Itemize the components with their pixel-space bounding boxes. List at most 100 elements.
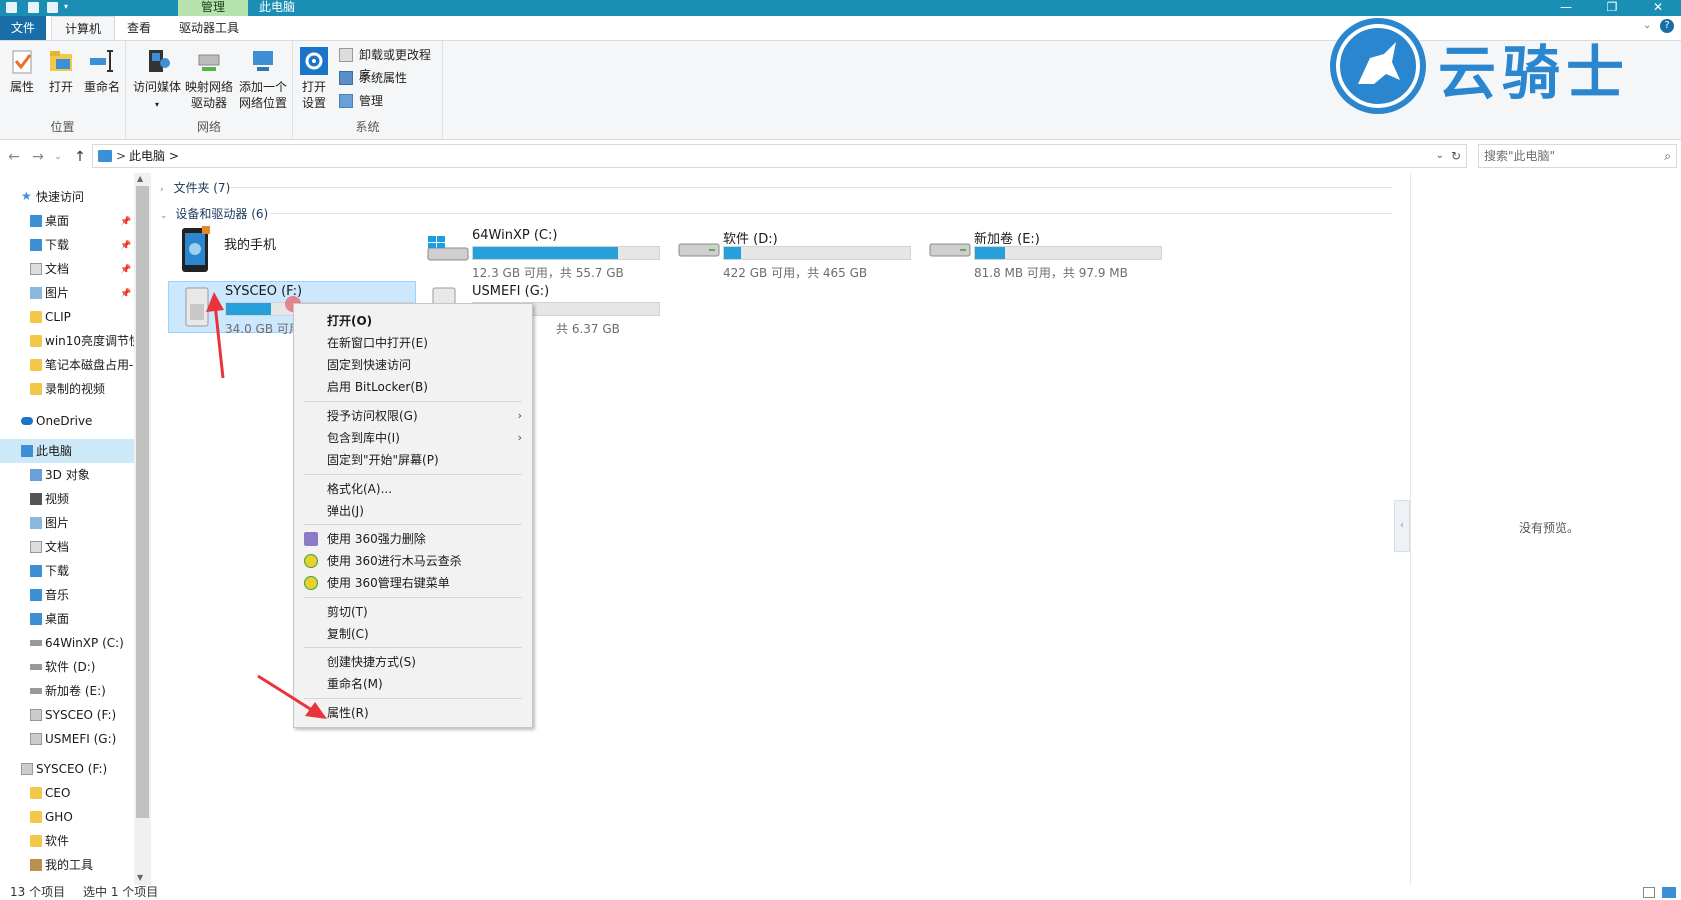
- phone-device[interactable]: 我的手机: [180, 226, 380, 276]
- tab-computer[interactable]: 计算机: [51, 16, 115, 40]
- drive-c[interactable]: 64WinXP (C:) 12.3 GB 可用，共 55.7 GB: [426, 228, 666, 280]
- pictures-icon: [30, 517, 42, 529]
- large-icons-view-icon[interactable]: [1662, 887, 1676, 898]
- new-folder-quick-icon[interactable]: [47, 2, 58, 13]
- section-divider: [270, 213, 1392, 214]
- tab-file[interactable]: 文件: [0, 16, 46, 40]
- tab-view[interactable]: 查看: [119, 16, 159, 40]
- scroll-down-icon[interactable]: ▼: [137, 873, 143, 882]
- rename-icon: [88, 47, 116, 75]
- system-properties-button[interactable]: 系统属性: [339, 68, 407, 88]
- ribbon-expand-icon[interactable]: ⌄: [1643, 20, 1651, 31]
- open-folder-icon: [47, 47, 75, 75]
- menu-360-manage[interactable]: 使用 360管理右键菜单: [294, 572, 532, 594]
- document-icon: [30, 541, 42, 553]
- minimize-button[interactable]: —: [1543, 0, 1589, 16]
- menu-cut[interactable]: 剪切(T): [294, 601, 532, 623]
- search-icon[interactable]: ⌕: [1664, 145, 1671, 167]
- open-button[interactable]: 打开: [44, 47, 78, 95]
- collapse-pane-chevron-icon[interactable]: ‹: [1394, 500, 1410, 552]
- section-divider: [230, 187, 1392, 188]
- phone-icon: [182, 226, 210, 272]
- menu-include-library[interactable]: 包含到库中(I) ›: [294, 427, 532, 449]
- refresh-icon[interactable]: ↻: [1451, 145, 1461, 167]
- menu-open[interactable]: 打开(O): [294, 310, 532, 332]
- devices-section-header[interactable]: ⌄ 设备和驱动器 (6): [160, 205, 1392, 222]
- menu-open-new-window[interactable]: 在新窗口中打开(E): [294, 332, 532, 354]
- selection-count: 选中 1 个项目: [83, 885, 159, 899]
- drive-free-space: 12.3 GB 可用，共 55.7 GB: [472, 266, 624, 280]
- tab-drive-tools[interactable]: 驱动器工具: [168, 16, 250, 40]
- properties-label: 属性: [9, 80, 34, 94]
- search-box[interactable]: 搜索"此电脑" ⌕: [1478, 144, 1677, 168]
- drive-free-space: 422 GB 可用，共 465 GB: [723, 266, 868, 280]
- recent-locations-icon[interactable]: ⌄: [50, 149, 66, 165]
- menu-create-shortcut[interactable]: 创建快捷方式(S): [294, 651, 532, 673]
- menu-bitlocker[interactable]: 启用 BitLocker(B): [294, 376, 532, 398]
- this-pc-icon: [98, 150, 112, 162]
- menu-360-delete[interactable]: 使用 360强力删除: [294, 528, 532, 550]
- drive-usage-bar: [974, 246, 1162, 260]
- expand-chevron-icon: ›: [160, 185, 164, 195]
- ribbon-tab-bar: [0, 16, 1681, 40]
- uninstall-icon: [339, 48, 353, 62]
- status-bar: 13 个项目 选中 1 个项目: [0, 885, 1681, 900]
- details-view-icon[interactable]: [1643, 887, 1655, 898]
- nav-quick-disk[interactable]: 笔记本磁盘占用-: [30, 354, 134, 376]
- breadcrumb-this-pc[interactable]: 此电脑 >: [129, 145, 179, 167]
- collapse-chevron-icon: ⌄: [160, 211, 168, 221]
- menu-copy[interactable]: 复制(C): [294, 623, 532, 645]
- drive-icon: [30, 688, 42, 694]
- system-group: 打开 设置 卸载或更改程序 系统属性 管理 系统: [293, 41, 443, 139]
- close-button[interactable]: ✕: [1635, 0, 1681, 16]
- access-media-button[interactable]: 访问媒体 ▾: [132, 47, 182, 113]
- menu-360-scan[interactable]: 使用 360进行木马云查杀: [294, 550, 532, 572]
- forward-arrow-icon[interactable]: →: [30, 149, 46, 165]
- properties-icon: [8, 47, 36, 75]
- desktop-icon: [30, 215, 42, 227]
- folders-section-header[interactable]: › 文件夹 (7): [160, 179, 1392, 196]
- drive-usage-fill: [724, 247, 741, 259]
- knight-logo-icon: [1336, 24, 1420, 108]
- rename-button[interactable]: 重命名: [82, 47, 122, 95]
- manage-button[interactable]: 管理: [339, 91, 383, 111]
- quick-access-dropdown-icon[interactable]: ▾: [64, 2, 70, 13]
- pin-icon: 📌: [120, 289, 132, 299]
- drive-e[interactable]: 新加卷 (E:) 81.8 MB 可用，共 97.9 MB: [928, 228, 1168, 280]
- menu-grant-access[interactable]: 授予访问权限(G) ›: [294, 405, 532, 427]
- folder-icon: [30, 835, 42, 847]
- nav-scrollbar-thumb[interactable]: [136, 186, 149, 818]
- drive-d[interactable]: 软件 (D:) 422 GB 可用，共 465 GB: [677, 228, 917, 280]
- restore-button[interactable]: ❐: [1589, 0, 1635, 16]
- manage-context-tab[interactable]: 管理: [178, 0, 248, 16]
- network-group: 访问媒体 ▾ 映射网络 驱动器 添加一个 网络位置 网络: [126, 41, 293, 139]
- open-settings-button[interactable]: 打开 设置: [296, 47, 332, 111]
- menu-format[interactable]: 格式化(A)...: [294, 478, 532, 500]
- properties-button[interactable]: 属性: [5, 47, 39, 95]
- title-bar: ▾: [0, 0, 1681, 16]
- up-arrow-icon[interactable]: ↑: [72, 149, 88, 165]
- scroll-up-icon[interactable]: ▲: [137, 174, 143, 183]
- breadcrumb-chevron-icon[interactable]: >: [116, 145, 126, 167]
- drive-icon: [30, 664, 42, 670]
- menu-pin-start[interactable]: 固定到"开始"屏幕(P): [294, 449, 532, 471]
- window-title: 此电脑: [259, 0, 296, 14]
- menu-separator: [304, 647, 522, 648]
- usb-drive-icon: [30, 709, 42, 721]
- toolbox-icon: [30, 859, 42, 871]
- address-dropdown-icon[interactable]: ⌄: [1436, 145, 1444, 167]
- add-network-location-button[interactable]: 添加一个 网络位置: [236, 47, 290, 111]
- menu-pin-quick-access[interactable]: 固定到快速访问: [294, 354, 532, 376]
- access-media-label: 访问媒体: [132, 80, 181, 94]
- properties-quick-icon[interactable]: [28, 2, 39, 13]
- add-location-label-2: 网络位置: [238, 96, 287, 110]
- map-network-drive-button[interactable]: 映射网络 驱动器: [184, 47, 234, 111]
- settings-gear-icon: [300, 47, 328, 75]
- back-arrow-icon[interactable]: ←: [6, 149, 22, 165]
- annotation-arrow-down-right: [257, 674, 327, 719]
- menu-eject[interactable]: 弹出(J): [294, 500, 532, 522]
- uninstall-program-button[interactable]: 卸载或更改程序: [339, 45, 442, 82]
- address-bar[interactable]: > 此电脑 > ⌄ ↻: [92, 144, 1467, 168]
- help-icon[interactable]: ?: [1660, 19, 1674, 33]
- nav-quick-win10[interactable]: win10亮度调节快: [30, 330, 134, 352]
